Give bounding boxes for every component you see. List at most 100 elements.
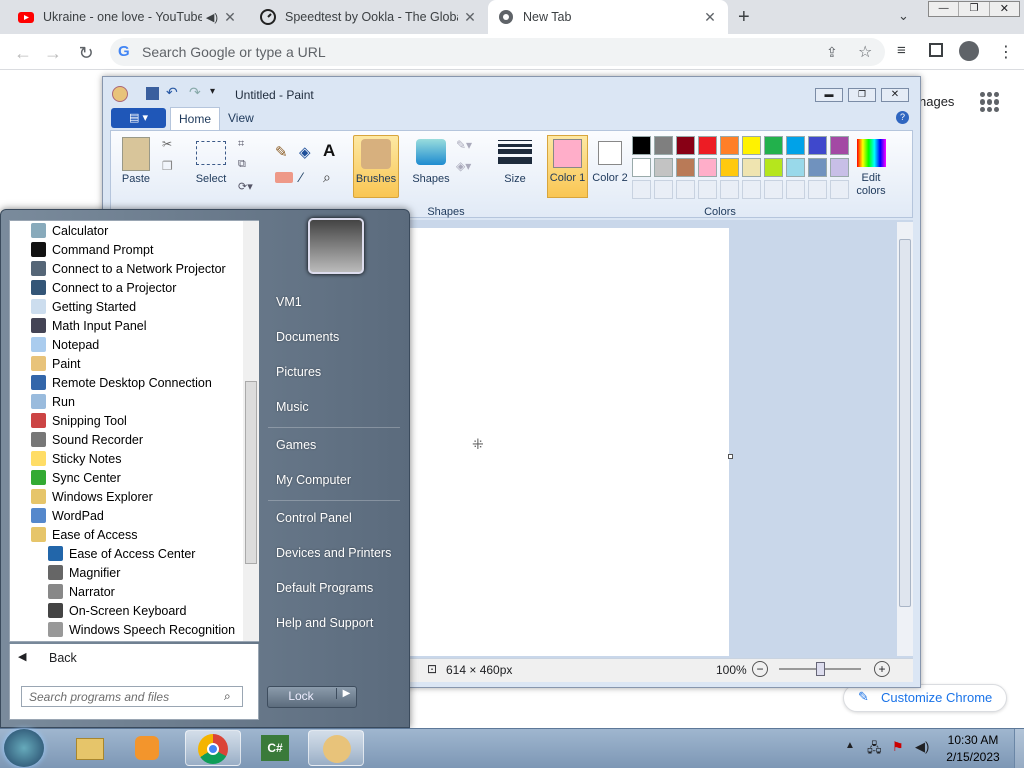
drawing-canvas[interactable] [410, 228, 729, 656]
share-icon[interactable]: ⇪ [826, 44, 838, 61]
palette-empty-swatch[interactable] [720, 180, 739, 199]
chrome-taskbar-button[interactable] [185, 730, 241, 766]
paste-icon[interactable] [122, 137, 150, 171]
back-icon[interactable]: ← [12, 42, 34, 64]
palette-empty-swatch[interactable] [698, 180, 717, 199]
start-right-item[interactable]: Devices and Printers [276, 546, 391, 560]
media-control-icon[interactable]: ≡ [897, 42, 906, 59]
program-item[interactable]: Ease of Access [31, 525, 137, 544]
tab-speedtest[interactable]: Speedtest by Ookla - The Global ✕ [250, 0, 488, 34]
rotate-icon[interactable]: ⟳▾ [238, 180, 253, 193]
start-right-item[interactable]: VM1 [276, 295, 302, 309]
close-tab-button[interactable]: ✕ [702, 9, 718, 26]
palette-swatch[interactable] [720, 158, 739, 177]
magnifier-tool-icon[interactable]: ⌕ [323, 169, 331, 186]
select-label[interactable]: Select [188, 173, 234, 185]
program-item[interactable]: Getting Started [31, 297, 136, 316]
fill-tool-icon[interactable]: ◈ [299, 143, 311, 161]
canvas-resize-handle[interactable] [728, 454, 733, 459]
program-item[interactable]: Math Input Panel [31, 316, 147, 335]
bookmark-star-icon[interactable]: ☆ [858, 42, 872, 62]
size-label[interactable]: Size [493, 173, 537, 185]
start-orb-button[interactable] [4, 729, 44, 767]
program-item[interactable]: Snipping Tool [31, 411, 127, 430]
start-right-item[interactable]: My Computer [276, 473, 351, 487]
tab-search-icon[interactable]: ⌄ [898, 8, 909, 24]
palette-swatch[interactable] [808, 136, 827, 155]
crop-icon[interactable]: ⌗ [238, 138, 244, 151]
profile-avatar[interactable] [959, 41, 979, 61]
action-center-flag-icon[interactable]: ⚑ [892, 739, 904, 755]
copy-icon[interactable]: ❐ [162, 159, 173, 173]
eraser-tool-icon[interactable] [275, 172, 293, 183]
csharp-taskbar-button[interactable]: C# [247, 730, 303, 766]
start-right-item[interactable]: Games [276, 438, 316, 452]
palette-empty-swatch[interactable] [654, 180, 673, 199]
palette-empty-swatch[interactable] [632, 180, 651, 199]
zoom-in-button[interactable]: + [874, 661, 890, 677]
start-right-item[interactable]: Default Programs [276, 581, 373, 595]
forward-icon[interactable]: → [42, 42, 64, 64]
start-right-item[interactable]: Pictures [276, 365, 321, 379]
clock-date[interactable]: 2/15/2023 [940, 750, 1006, 764]
omnibox-placeholder[interactable]: Search Google or type a URL [142, 44, 326, 60]
palette-swatch[interactable] [742, 136, 761, 155]
program-item[interactable]: WordPad [31, 506, 104, 525]
select-icon[interactable] [196, 141, 226, 165]
search-placeholder[interactable]: Search programs and files [29, 690, 169, 704]
size-icon[interactable] [498, 140, 532, 164]
resize-icon[interactable]: ⧉ [238, 158, 246, 171]
text-tool-icon[interactable]: A [323, 141, 335, 161]
gmail-images-link[interactable]: nages [919, 94, 954, 109]
program-item[interactable]: Ease of Access Center [48, 544, 195, 563]
palette-swatch[interactable] [654, 158, 673, 177]
program-item[interactable]: Windows Explorer [31, 487, 153, 506]
palette-swatch[interactable] [632, 158, 651, 177]
palette-swatch[interactable] [786, 158, 805, 177]
network-icon[interactable]: 🖧 [867, 739, 882, 761]
shapes-label[interactable]: Shapes [408, 173, 454, 185]
start-right-item[interactable]: Music [276, 400, 309, 414]
paint-restore-button[interactable]: ❐ [848, 88, 876, 102]
explorer-taskbar-button[interactable] [62, 730, 118, 766]
back-label[interactable]: Back [49, 651, 77, 665]
maximize-button[interactable]: ❐ [958, 2, 988, 16]
program-item[interactable]: Paint [31, 354, 81, 373]
program-item[interactable]: On-Screen Keyboard [48, 601, 186, 620]
close-window-button[interactable]: ✕ [988, 2, 1019, 16]
paste-label[interactable]: Paste [114, 173, 158, 185]
media-player-taskbar-button[interactable] [120, 730, 176, 766]
redo-icon[interactable]: ↷ [189, 84, 201, 101]
paint-app-icon[interactable] [112, 86, 128, 102]
clock-time[interactable]: 10:30 AM [940, 733, 1006, 747]
side-panel-icon[interactable] [929, 43, 943, 57]
help-icon[interactable]: ? [896, 111, 909, 124]
new-tab-button[interactable]: + [738, 6, 750, 29]
palette-empty-swatch[interactable] [786, 180, 805, 199]
speaker-icon[interactable]: ◀) [206, 11, 218, 24]
palette-swatch[interactable] [698, 158, 717, 177]
save-icon[interactable] [146, 87, 159, 100]
edit-colors-icon[interactable] [857, 139, 886, 167]
palette-swatch[interactable] [676, 158, 695, 177]
start-right-item[interactable]: Control Panel [276, 511, 352, 525]
program-item[interactable]: Narrator [48, 582, 115, 601]
palette-swatch[interactable] [742, 158, 761, 177]
close-tab-button[interactable]: ✕ [462, 9, 478, 26]
program-item[interactable]: Remote Desktop Connection [31, 373, 212, 392]
program-item[interactable]: Sound Recorder [31, 430, 143, 449]
palette-swatch[interactable] [764, 136, 783, 155]
programs-scroll-thumb[interactable] [245, 381, 257, 564]
palette-empty-swatch[interactable] [764, 180, 783, 199]
palette-swatch[interactable] [830, 136, 849, 155]
program-item[interactable]: Windows Speech Recognition [48, 620, 235, 639]
start-right-item[interactable]: Help and Support [276, 616, 373, 630]
lock-button[interactable]: Lock [267, 689, 335, 703]
program-item[interactable]: Connect to a Projector [31, 278, 176, 297]
reload-icon[interactable]: ↻ [75, 42, 97, 64]
undo-icon[interactable]: ↶ [166, 84, 178, 101]
paint-minimize-button[interactable]: ▬ [815, 88, 843, 102]
program-item[interactable]: Notepad [31, 335, 99, 354]
volume-icon[interactable]: ◀) [915, 739, 929, 755]
show-hidden-icons-arrow[interactable]: ▲ [845, 740, 855, 751]
